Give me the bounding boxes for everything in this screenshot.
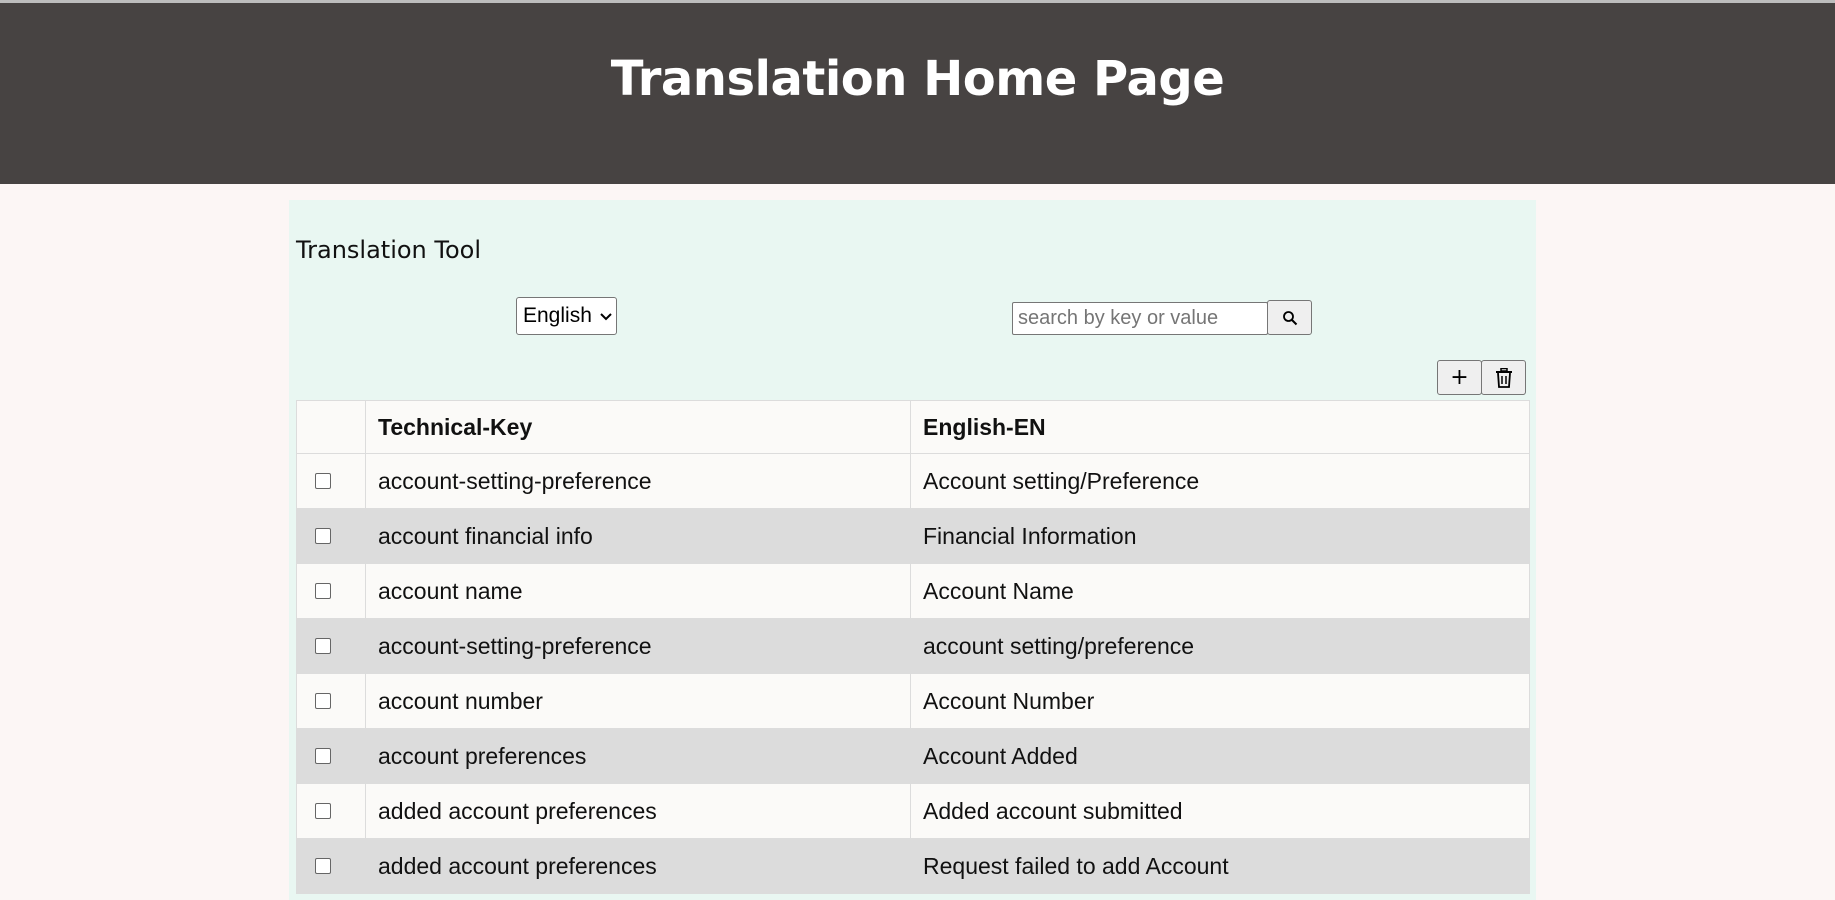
chevron-down-icon [600,313,612,321]
technical-key-cell: account-setting-preference [365,618,911,674]
technical-key-cell: account-setting-preference [365,453,911,509]
technical-key-cell: account name [365,563,911,619]
technical-key-cell: added account preferences [365,783,911,839]
search-icon [1282,310,1297,325]
trash-icon [1495,367,1512,388]
page-title: Translation Home Page [610,51,1225,107]
translation-value-cell: account setting/preference [910,618,1530,674]
table-row: account preferences Account Added [296,728,1530,784]
add-button[interactable]: + [1437,360,1482,395]
translation-value-cell: Financial Information [910,508,1530,564]
header-technical-key[interactable]: Technical-Key [365,400,911,454]
translation-value-cell: Account Added [910,728,1530,784]
language-select-value: English [523,304,592,327]
language-select[interactable]: English [516,297,617,335]
translation-value-cell: Request failed to add Account [910,838,1530,894]
search-button[interactable] [1267,300,1312,335]
row-checkbox[interactable] [315,637,331,654]
search-input[interactable] [1012,302,1268,335]
table-row: added account preferences Added account … [296,783,1530,839]
translation-value-cell: Account Name [910,563,1530,619]
technical-key-cell: account number [365,673,911,729]
translations-table: Technical-Key English-EN account-setting… [296,400,1530,894]
translation-value-cell: Added account submitted [910,783,1530,839]
technical-key-cell: account preferences [365,728,911,784]
translation-value-cell: Account Number [910,673,1530,729]
row-checkbox[interactable] [315,747,331,764]
row-checkbox[interactable] [315,527,331,544]
table-row: account financial info Financial Informa… [296,508,1530,564]
tool-title: Translation Tool [296,236,482,264]
header-select-column [296,400,366,454]
table-header-row: Technical-Key English-EN [296,400,1530,454]
row-checkbox[interactable] [315,582,331,599]
row-checkbox[interactable] [315,857,331,874]
translation-tool-panel: Translation Tool English + Technical-Key [289,200,1536,900]
table-row: account number Account Number [296,673,1530,729]
table-row: account-setting-preference Account setti… [296,453,1530,509]
technical-key-cell: added account preferences [365,838,911,894]
table-row: added account preferences Request failed… [296,838,1530,894]
translation-value-cell: Account setting/Preference [910,453,1530,509]
row-checkbox[interactable] [315,472,331,489]
technical-key-cell: account financial info [365,508,911,564]
row-checkbox[interactable] [315,802,331,819]
table-row: account-setting-preference account setti… [296,618,1530,674]
header-english-en[interactable]: English-EN [910,400,1530,454]
table-row: account name Account Name [296,563,1530,619]
row-checkbox[interactable] [315,692,331,709]
plus-icon: + [1450,365,1469,390]
page-header: Translation Home Page [0,3,1835,184]
delete-button[interactable] [1481,360,1526,395]
